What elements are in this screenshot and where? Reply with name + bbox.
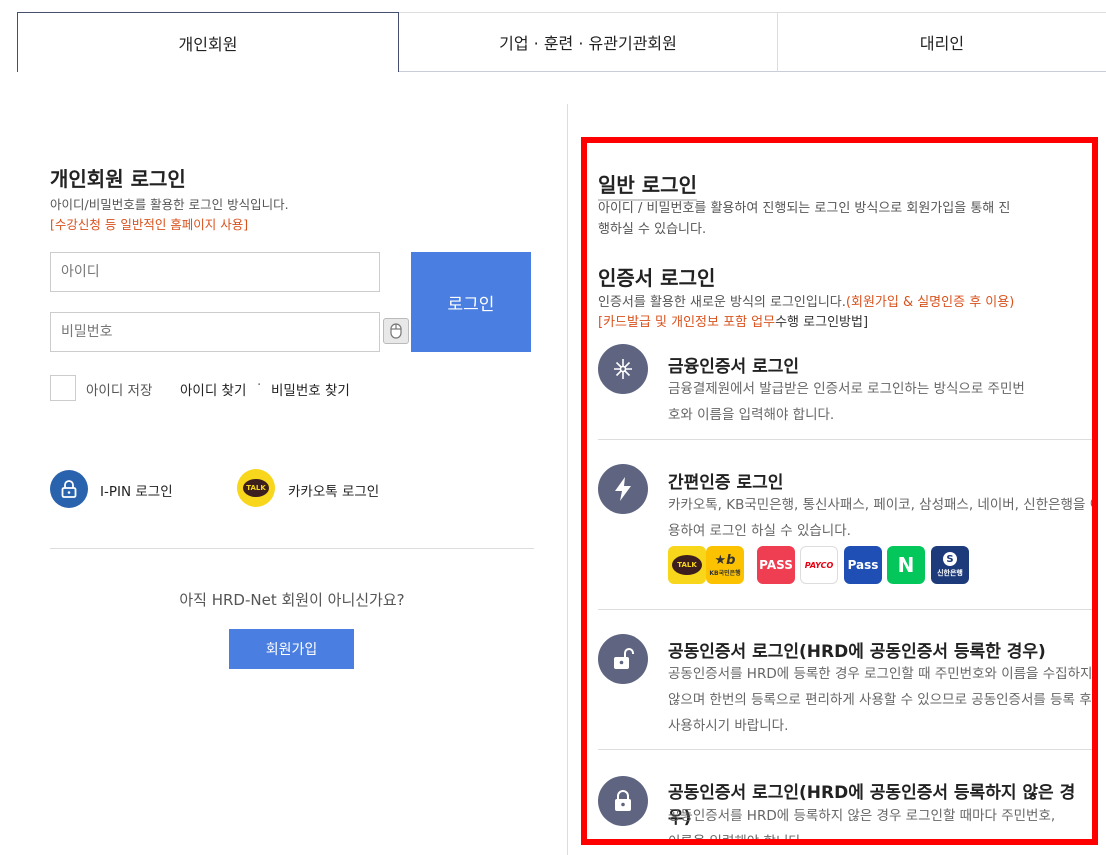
- naver-provider-icon[interactable]: N: [887, 546, 925, 584]
- simple-auth-icon[interactable]: [598, 464, 648, 514]
- registered-cert-login-link[interactable]: 공동인증서 로그인(HRD에 공동인증서 등록한 경우): [668, 637, 1046, 662]
- ipin-lock-icon[interactable]: [50, 470, 88, 508]
- save-id-checkbox[interactable]: [50, 375, 76, 401]
- find-password-link[interactable]: 비밀번호 찾기: [271, 379, 350, 399]
- talk-bubble-icon: TALK: [243, 479, 269, 497]
- registered-cert-icon[interactable]: [598, 634, 648, 684]
- join-button[interactable]: 회원가입: [229, 629, 354, 669]
- payco-provider-icon[interactable]: PAYCO: [800, 546, 838, 584]
- talk-bubble: TALK: [672, 555, 702, 575]
- tab-corporate[interactable]: 기업 · 훈련 · 유관기관회원: [399, 12, 778, 72]
- lock-icon: [615, 790, 631, 811]
- ipin-login-link[interactable]: I-PIN 로그인: [100, 480, 173, 500]
- kb-star-icon: ★b: [714, 553, 736, 568]
- login-methods-panel: 일반 로그인 아이디 / 비밀번호를 활용하여 진행되는 로그인 방식으로 회원…: [581, 137, 1098, 845]
- item-divider: [598, 439, 1092, 440]
- cert-desc-text: 인증서를 활용한 새로운 방식의 로그인입니다.: [598, 295, 846, 310]
- tab-individual[interactable]: 개인회원: [17, 12, 399, 72]
- pass-provider-icon[interactable]: PASS: [757, 546, 795, 584]
- simple-auth-login-link[interactable]: 간편인증 로그인: [668, 468, 783, 493]
- unregistered-cert-desc: 공동인증서를 HRD에 등록하지 않은 경우 로그인할 때마다 주민번호, 이름…: [668, 808, 1056, 845]
- kb-bank-text: KB국민은행: [709, 570, 741, 577]
- kakao-provider-icon[interactable]: TALK: [668, 546, 706, 584]
- login-button[interactable]: 로그인: [411, 252, 531, 352]
- member-type-tabs: 개인회원 기업 · 훈련 · 유관기관회원 대리인: [17, 12, 1106, 72]
- login-title: 개인회원 로그인: [50, 167, 186, 191]
- cert-note-rest: 수행 로그인방법]: [775, 315, 869, 330]
- shinhan-bank-provider-icon[interactable]: S 신한은행: [931, 546, 969, 584]
- find-separator: ·: [257, 377, 262, 393]
- password-input[interactable]: [50, 312, 380, 352]
- key-icon: [614, 359, 632, 379]
- find-id-link[interactable]: 아이디 찾기: [180, 379, 246, 399]
- shinhan-logo-icon: S: [943, 552, 957, 566]
- registered-cert-desc: 공동인증서를 HRD에 등록한 경우 로그인할 때 주민번호와 이름을 수집하지…: [668, 666, 1093, 734]
- mouse-icon: [390, 323, 402, 339]
- cert-login-title: 인증서 로그인: [598, 266, 716, 290]
- cert-login-note: [카드발급 및 개인정보 포함 업무수행 로그인방법]: [598, 311, 868, 330]
- login-note: [수강신청 등 일반적인 홈페이지 사용]: [50, 217, 249, 232]
- shinhan-bank-text: 신한은행: [937, 569, 963, 577]
- simple-auth-desc: 카카오톡, KB국민은행, 통신사패스, 페이코, 삼성패스, 네이버, 신한은…: [668, 497, 1098, 539]
- financial-cert-desc: 금융결제원에서 발급받은 인증서로 로그인하는 방식으로 주민번호와 이름을 입…: [668, 381, 1025, 423]
- column-divider: [567, 104, 568, 855]
- general-login-desc: 아이디 / 비밀번호를 활용하여 진행되는 로그인 방식으로 회원가입을 통해 …: [598, 201, 1011, 237]
- cert-login-desc: 인증서를 활용한 새로운 방식의 로그인입니다.(회원가입 & 실명인증 후 이…: [598, 291, 1014, 310]
- virtual-keyboard-button[interactable]: [383, 318, 409, 344]
- save-id-label: 아이디 저장: [86, 383, 153, 399]
- login-description: 아이디/비밀번호를 활용한 로그인 방식입니다.: [50, 197, 289, 212]
- item-divider: [598, 749, 1092, 750]
- kakao-login-link[interactable]: 카카오톡 로그인: [288, 480, 379, 500]
- financial-cert-icon[interactable]: [598, 344, 648, 394]
- tab-agent[interactable]: 대리인: [778, 12, 1106, 72]
- general-login-title: 일반 로그인: [598, 169, 697, 201]
- financial-cert-login-link[interactable]: 금융인증서 로그인: [668, 352, 799, 377]
- join-question: 아직 HRD-Net 회원이 아니신가요?: [179, 591, 405, 609]
- samsung-pass-provider-icon[interactable]: Pass: [844, 546, 882, 584]
- kb-bank-provider-icon[interactable]: ★b KB국민은행: [706, 546, 744, 584]
- cert-note-highlight: [카드발급 및 개인정보 포함 업무: [598, 315, 776, 330]
- lightning-icon: [615, 477, 631, 501]
- unregistered-cert-icon[interactable]: [598, 776, 648, 826]
- cert-desc-condition: (회원가입 & 실명인증 후 이용): [845, 295, 1015, 310]
- unlock-icon: [614, 648, 634, 669]
- section-divider: [50, 548, 534, 549]
- item-divider: [598, 609, 1092, 610]
- kakao-talk-icon[interactable]: TALK: [237, 469, 275, 507]
- id-input[interactable]: [50, 252, 380, 292]
